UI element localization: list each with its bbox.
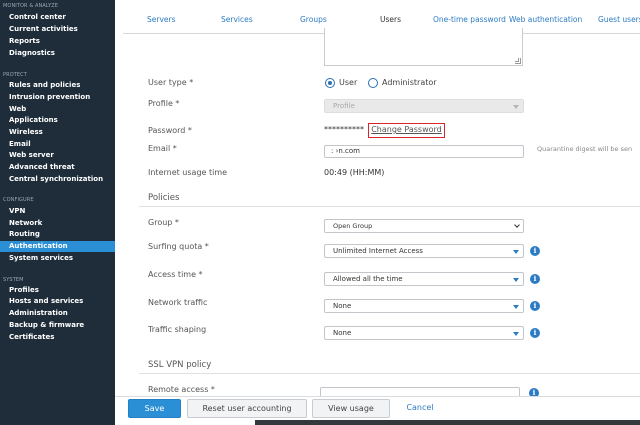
sidebar-item-certificates[interactable]: Certificates — [0, 332, 115, 343]
remote-access-label: Remote access * — [148, 385, 215, 394]
sidebar-item-reports[interactable]: Reports — [0, 36, 115, 47]
description-textarea[interactable] — [324, 28, 523, 66]
surfing-quota-select-value: Unlimited Internet Access — [333, 247, 423, 255]
email-label: Email * — [148, 144, 177, 153]
password-masked-value: ********** — [324, 125, 364, 134]
access-time-select[interactable]: Allowed all the time — [324, 272, 524, 286]
save-button[interactable]: Save — [128, 399, 181, 418]
info-icon[interactable]: i — [530, 246, 540, 256]
traffic-shaping-label: Traffic shaping — [148, 325, 207, 334]
sidebar-item-advanced-threat[interactable]: Advanced threat — [0, 162, 115, 173]
sidebar-item-system-services[interactable]: System services — [0, 253, 115, 264]
sidebar-item-vpn[interactable]: VPN — [0, 206, 115, 217]
profile-select: Profile — [324, 99, 524, 113]
access-time-label: Access time * — [148, 270, 203, 279]
chevron-down-icon — [514, 222, 520, 228]
sidebar-item-diagnostics[interactable]: Diagnostics — [0, 48, 115, 59]
info-icon[interactable]: i — [530, 274, 540, 284]
user-type-radio-user-label[interactable]: User — [339, 78, 357, 87]
bottom-strip — [255, 420, 640, 425]
sidebar-item-central-synchronization[interactable]: Central synchronization — [0, 174, 115, 185]
section-title-configure: CONFIGURE — [3, 197, 34, 203]
sidebar-item-backup-firmware[interactable]: Backup & firmware — [0, 320, 115, 331]
info-icon[interactable]: i — [530, 301, 540, 311]
tab-services[interactable]: Services — [221, 0, 253, 34]
network-traffic-select[interactable]: None — [324, 299, 524, 313]
chevron-down-icon — [513, 278, 519, 282]
sidebar-item-email[interactable]: Email — [0, 139, 115, 150]
password-label: Password * — [148, 126, 192, 135]
sidebar-item-applications[interactable]: Applications — [0, 115, 115, 126]
tab-guest-users[interactable]: Guest users — [598, 0, 640, 34]
user-type-radio-administrator-label[interactable]: Administrator — [382, 78, 437, 87]
sidebar-item-control-center[interactable]: Control center — [0, 12, 115, 23]
sidebar-item-profiles[interactable]: Profiles — [0, 285, 115, 296]
sidebar-item-intrusion-prevention[interactable]: Intrusion prevention — [0, 92, 115, 103]
sidebar-item-current-activities[interactable]: Current activities — [0, 24, 115, 35]
sidebar-item-network[interactable]: Network — [0, 218, 115, 229]
view-usage-button[interactable]: View usage — [312, 399, 390, 418]
section-title-protect: PROTECT — [3, 72, 27, 78]
group-select-value: Open Group — [333, 222, 373, 230]
sidebar-item-web[interactable]: Web — [0, 104, 115, 115]
surfing-quota-select[interactable]: Unlimited Internet Access — [324, 244, 524, 258]
chevron-down-icon — [513, 105, 519, 109]
surfing-quota-label: Surfing quota * — [148, 242, 209, 251]
reset-user-accounting-button[interactable]: Reset user accounting — [187, 399, 307, 418]
chevron-down-icon — [513, 250, 519, 254]
network-traffic-label: Network traffic — [148, 298, 208, 307]
ssl-vpn-section-title: SSL VPN policy — [148, 360, 212, 370]
traffic-shaping-select-value: None — [333, 329, 352, 337]
internet-usage-value: 00:49 (HH:MM) — [324, 168, 385, 177]
sidebar-item-rules-and-policies[interactable]: Rules and policies — [0, 80, 115, 91]
sidebar-item-authentication[interactable]: Authentication — [0, 241, 115, 252]
tab-groups[interactable]: Groups — [300, 0, 327, 34]
chevron-down-icon — [513, 332, 519, 336]
policies-section-title: Policies — [148, 193, 180, 203]
internet-usage-label: Internet usage time — [148, 168, 228, 177]
sidebar-item-hosts-and-services[interactable]: Hosts and services — [0, 296, 115, 307]
profile-label: Profile * — [148, 99, 180, 108]
ssl-vpn-section-divider — [139, 373, 640, 374]
email-hint: Quarantine digest will be sen — [537, 145, 633, 153]
policies-section-divider — [139, 206, 640, 207]
email-input[interactable]: : ›n.com — [324, 145, 524, 158]
traffic-shaping-select[interactable]: None — [324, 326, 524, 340]
group-select[interactable]: Open Group — [324, 219, 524, 233]
user-type-radio-user[interactable] — [325, 78, 335, 88]
chevron-down-icon — [513, 305, 519, 309]
user-type-label: User type * — [148, 78, 194, 87]
sidebar-item-administration[interactable]: Administration — [0, 308, 115, 319]
sidebar: MONITOR & ANALYZE Control center Current… — [0, 0, 115, 425]
tab-servers[interactable]: Servers — [147, 0, 176, 34]
group-label: Group * — [148, 218, 179, 227]
section-title-monitor: MONITOR & ANALYZE — [3, 3, 59, 9]
sidebar-item-routing[interactable]: Routing — [0, 229, 115, 240]
sidebar-item-wireless[interactable]: Wireless — [0, 127, 115, 138]
section-title-system: SYSTEM — [3, 277, 24, 283]
info-icon[interactable]: i — [530, 328, 540, 338]
sidebar-item-web-server[interactable]: Web server — [0, 150, 115, 161]
cancel-button[interactable]: Cancel — [398, 399, 442, 418]
user-type-radio-administrator[interactable] — [368, 78, 378, 88]
profile-select-value: Profile — [333, 102, 355, 110]
access-time-select-value: Allowed all the time — [333, 275, 403, 283]
change-password-link[interactable]: Change Password — [368, 123, 445, 138]
main-content — [123, 34, 640, 396]
resize-grip-icon[interactable] — [515, 58, 521, 64]
network-traffic-select-value: None — [333, 302, 352, 310]
